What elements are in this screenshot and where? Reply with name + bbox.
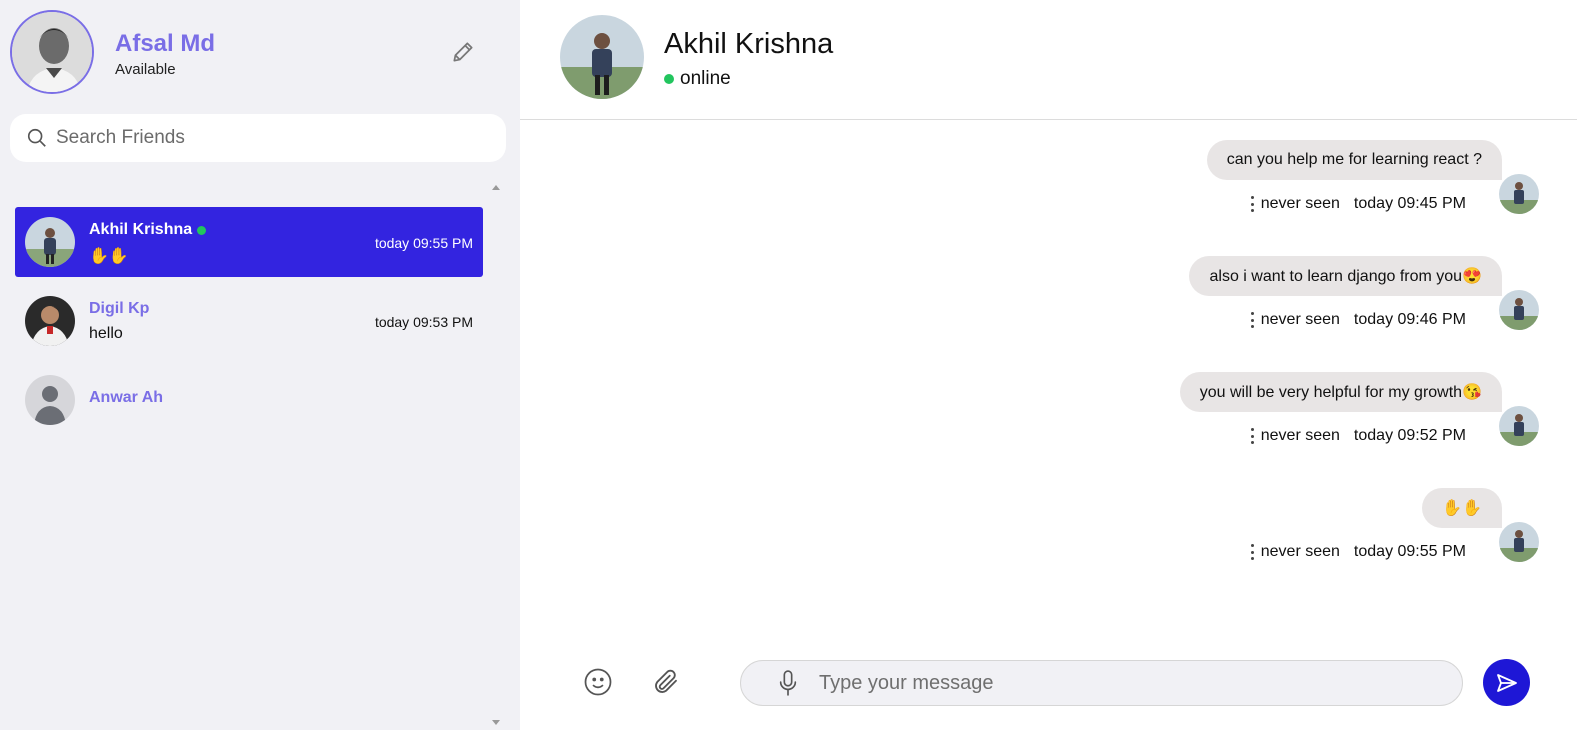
message-row: also i want to learn django from you😍 ne…: [977, 256, 1577, 372]
peer-status: online: [664, 68, 731, 90]
contact-name: Akhil Krishna: [89, 221, 207, 239]
smiley-icon: [584, 668, 612, 696]
edit-profile-button[interactable]: [447, 36, 479, 68]
pencil-icon: [453, 42, 473, 62]
message-time: today 09:46 PM: [1353, 311, 1466, 328]
sidebar: Afsal Md Available Akhil Krishna ✋✋ toda…: [0, 0, 520, 730]
sender-avatar: [1499, 406, 1539, 446]
online-indicator: [197, 225, 207, 235]
chat-header: Akhil Krishna online: [520, 0, 1577, 120]
contact-last-message: hello: [89, 325, 123, 342]
message-time: today 09:45 PM: [1353, 195, 1466, 212]
scroll-down-arrow[interactable]: [492, 720, 500, 725]
my-name: Afsal Md: [115, 30, 216, 57]
default-avatar-icon: [25, 375, 75, 425]
contact-item-digil-kp[interactable]: Digil Kp hello today 09:53 PM: [15, 286, 483, 356]
sender-avatar: [1499, 522, 1539, 562]
online-indicator: [664, 74, 674, 84]
contact-item-anwar-ah[interactable]: Anwar Ah: [15, 365, 483, 435]
message-options-icon[interactable]: [1247, 542, 1257, 562]
chat-panel: Akhil Krishna online can you help me for…: [520, 0, 1577, 730]
search-input[interactable]: [56, 127, 476, 149]
message-options-icon[interactable]: [1247, 426, 1257, 446]
contact-avatar: [25, 296, 75, 346]
my-status: Available: [115, 61, 176, 78]
message-options-icon[interactable]: [1247, 310, 1257, 330]
contact-time: today 09:55 PM: [374, 235, 473, 251]
scroll-up-arrow[interactable]: [492, 185, 500, 190]
contact-avatar: [25, 217, 75, 267]
message-time: today 09:55 PM: [1353, 543, 1466, 560]
message-options-icon[interactable]: [1247, 194, 1257, 214]
message-input-box[interactable]: [740, 660, 1463, 706]
peer-avatar[interactable]: [560, 15, 644, 99]
message-input[interactable]: [819, 671, 1419, 695]
message-meta: never seen today 09:52 PM: [1261, 427, 1466, 445]
microphone-icon[interactable]: [777, 669, 799, 697]
peer-name: Akhil Krishna: [664, 28, 834, 60]
seen-status: never seen: [1260, 311, 1340, 328]
message-bubble: also i want to learn django from you😍: [1189, 256, 1502, 296]
message-bubble: ✋✋: [1422, 488, 1502, 528]
message-row: can you help me for learning react ? nev…: [977, 140, 1577, 256]
message-row: you will be very helpful for my growth😘 …: [977, 372, 1577, 488]
message-row: ✋✋ never seen today 09:55 PM: [977, 488, 1577, 604]
contact-name: Digil Kp: [89, 300, 150, 317]
contact-last-message: ✋✋: [89, 248, 129, 265]
message-meta: never seen today 09:45 PM: [1261, 195, 1466, 213]
send-button[interactable]: [1483, 659, 1530, 706]
sender-avatar: [1499, 174, 1539, 214]
message-bubble: can you help me for learning react ?: [1206, 140, 1502, 180]
contact-item-akhil-krishna[interactable]: Akhil Krishna ✋✋ today 09:55 PM: [15, 207, 483, 277]
sender-avatar: [1499, 290, 1539, 330]
seen-status: never seen: [1260, 427, 1340, 444]
message-time: today 09:52 PM: [1353, 427, 1466, 444]
message-composer: [520, 650, 1577, 720]
message-meta: never seen today 09:46 PM: [1261, 311, 1466, 329]
contact-time: today 09:53 PM: [374, 314, 473, 330]
seen-status: never seen: [1260, 195, 1340, 212]
my-avatar[interactable]: [10, 10, 94, 94]
send-icon: [1496, 673, 1517, 692]
attach-button[interactable]: [648, 664, 684, 700]
paperclip-icon: [655, 669, 677, 693]
search-box[interactable]: [10, 114, 506, 162]
emoji-button[interactable]: [580, 664, 616, 700]
search-icon: [27, 128, 46, 147]
seen-status: never seen: [1260, 543, 1340, 560]
message-bubble: you will be very helpful for my growth😘: [1179, 372, 1502, 412]
message-meta: never seen today 09:55 PM: [1261, 543, 1466, 561]
contact-name: Anwar Ah: [89, 389, 164, 406]
